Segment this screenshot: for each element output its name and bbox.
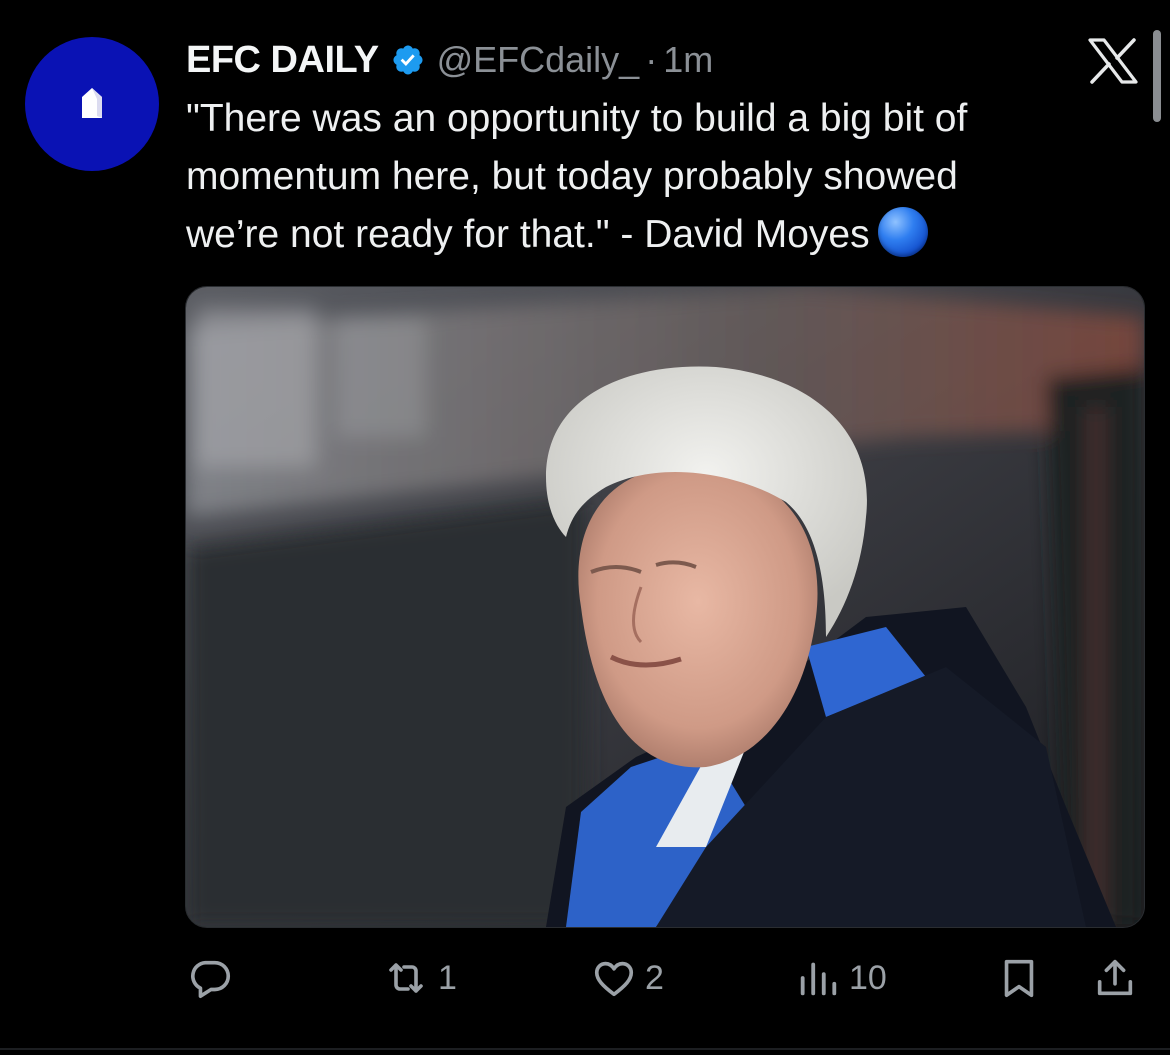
author-display-name[interactable]: EFC DAILY: [186, 39, 379, 82]
repost-icon: [389, 963, 423, 993]
tweet-text-line-content: we’re not ready for that." - David Moyes: [186, 213, 870, 256]
tweet-photo[interactable]: [185, 286, 1145, 928]
tweet-text-line-last: we’re not ready for that." - David Moyes: [186, 206, 1116, 264]
like-count: 2: [645, 958, 664, 997]
repost-count: 1: [438, 958, 457, 997]
tweet-text-line: momentum here, but today probably showed: [186, 155, 958, 198]
tweet-text: "There was an opportunity to build a big…: [186, 90, 1116, 264]
heart-icon: [594, 961, 634, 997]
verified-badge-icon[interactable]: [391, 43, 425, 77]
like-button[interactable]: 2: [591, 950, 664, 1006]
views-count: 10: [849, 958, 887, 997]
header-separator: ·: [645, 39, 658, 80]
views-button[interactable]: 10: [795, 950, 887, 1006]
share-icon: [1097, 959, 1133, 996]
x-logo-icon[interactable]: [1087, 38, 1139, 84]
tweet-header: EFC DAILY @EFCdaily_ · 1m: [186, 32, 713, 88]
author-handle[interactable]: @EFCdaily_: [437, 39, 640, 81]
tweet-text-line: "There was an opportunity to build a big…: [186, 97, 968, 140]
reply-button[interactable]: [188, 950, 234, 1006]
share-button[interactable]: [1092, 950, 1138, 1006]
tweet-actions: 1 2 10: [0, 950, 1170, 1010]
white-house-shape-icon: [82, 88, 102, 118]
divider: [0, 1048, 1170, 1050]
reply-icon: [191, 960, 231, 999]
photo-illustration: [186, 287, 1144, 927]
tweet-timestamp[interactable]: 1m: [663, 39, 713, 81]
author-avatar[interactable]: [25, 37, 159, 171]
bookmark-button[interactable]: [996, 950, 1042, 1006]
tweet-card[interactable]: EFC DAILY @EFCdaily_ · 1m "There was an …: [0, 0, 1170, 1055]
views-chart-icon: [800, 962, 837, 996]
scrollbar-thumb[interactable]: [1153, 30, 1161, 122]
blue-circle-emoji: [877, 207, 928, 257]
bookmark-icon: [1004, 959, 1034, 998]
repost-button[interactable]: 1: [382, 950, 457, 1006]
